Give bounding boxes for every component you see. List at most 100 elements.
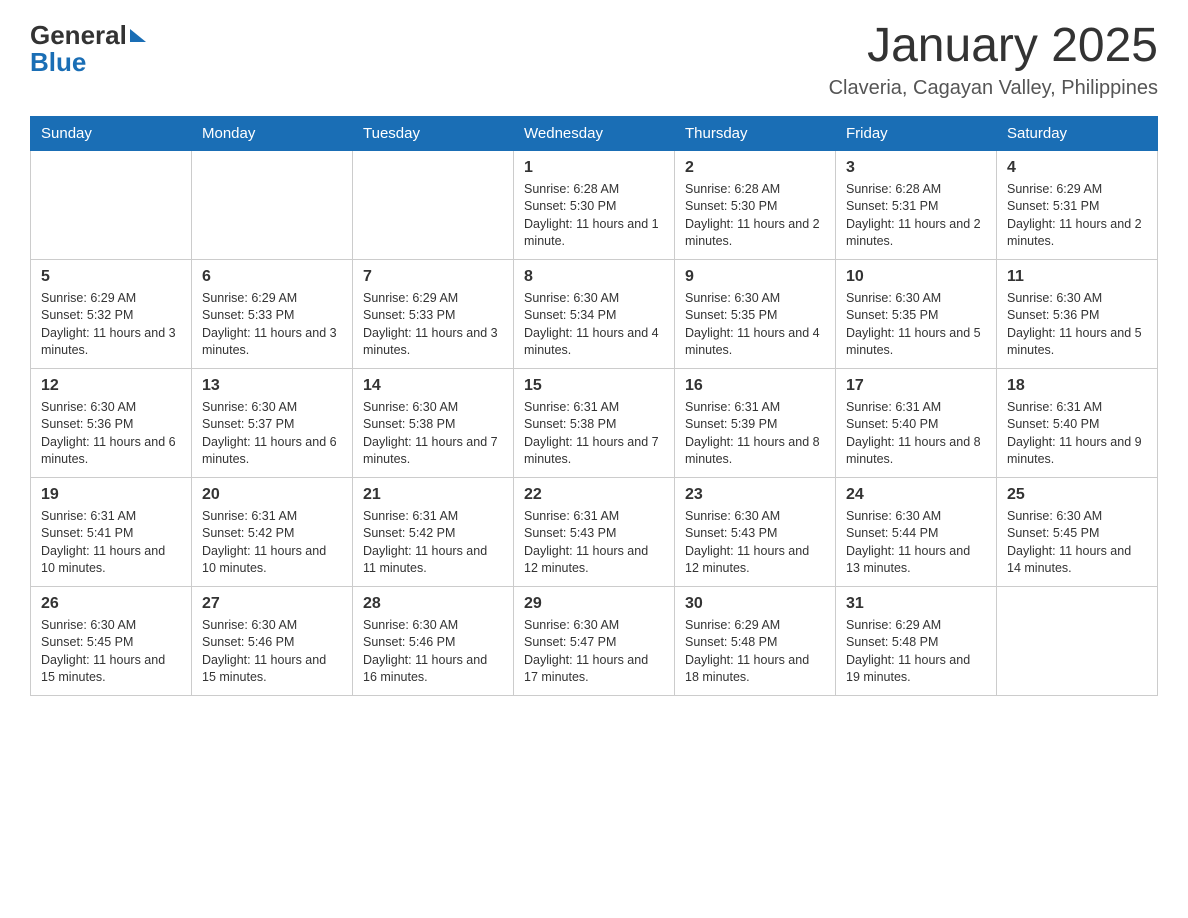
- day-info: Sunrise: 6:30 AMSunset: 5:36 PMDaylight:…: [1007, 290, 1147, 360]
- calendar-day-30: 30 Sunrise: 6:29 AMSunset: 5:48 PMDayligh…: [675, 586, 836, 695]
- calendar-week-row: 5Sunrise: 6:29 AMSunset: 5:32 PMDaylight…: [31, 259, 1158, 368]
- day-info: Sunrise: 6:29 AMSunset: 5:33 PMDaylight:…: [202, 290, 342, 360]
- calendar-week-row: 12 Sunrise: 6:30 AMSunset: 5:36 PMDayligh…: [31, 368, 1158, 477]
- calendar-day-5: 5Sunrise: 6:29 AMSunset: 5:32 PMDaylight…: [31, 259, 192, 368]
- calendar-day-22: 22 Sunrise: 6:31 AMSunset: 5:43 PMDayligh…: [514, 477, 675, 586]
- logo: General Blue: [30, 20, 146, 78]
- calendar-day-10: 10 Sunrise: 6:30 AMSunset: 5:35 PMDayligh…: [836, 259, 997, 368]
- day-number: 11: [1007, 268, 1147, 286]
- day-number: 27: [202, 595, 342, 613]
- calendar-day-15: 15Sunrise: 6:31 AMSunset: 5:38 PMDayligh…: [514, 368, 675, 477]
- logo-text-blue: Blue: [30, 47, 86, 78]
- day-info: Sunrise: 6:30 AMSunset: 5:43 PMDaylight:…: [685, 508, 825, 578]
- month-title: January 2025: [829, 20, 1158, 73]
- day-number: 10: [846, 268, 986, 286]
- calendar-day-empty: [997, 586, 1158, 695]
- day-info: Sunrise: 6:28 AMSunset: 5:30 PMDaylight:…: [685, 181, 825, 251]
- calendar-day-24: 24Sunrise: 6:30 AMSunset: 5:44 PMDayligh…: [836, 477, 997, 586]
- calendar-table: SundayMondayTuesdayWednesdayThursdayFrid…: [30, 116, 1158, 696]
- calendar-day-empty: [353, 150, 514, 259]
- calendar-day-11: 11 Sunrise: 6:30 AMSunset: 5:36 PMDayligh…: [997, 259, 1158, 368]
- calendar-day-23: 23 Sunrise: 6:30 AMSunset: 5:43 PMDayligh…: [675, 477, 836, 586]
- day-info: Sunrise: 6:29 AMSunset: 5:48 PMDaylight:…: [685, 617, 825, 687]
- day-number: 29: [524, 595, 664, 613]
- day-number: 1: [524, 159, 664, 177]
- day-number: 6: [202, 268, 342, 286]
- day-number: 8: [524, 268, 664, 286]
- calendar-day-31: 31 Sunrise: 6:29 AMSunset: 5:48 PMDayligh…: [836, 586, 997, 695]
- day-info: Sunrise: 6:30 AMSunset: 5:46 PMDaylight:…: [363, 617, 503, 687]
- day-number: 23: [685, 486, 825, 504]
- day-info: Sunrise: 6:31 AMSunset: 5:42 PMDaylight:…: [202, 508, 342, 578]
- calendar-day-6: 6 Sunrise: 6:29 AMSunset: 5:33 PMDaylight…: [192, 259, 353, 368]
- calendar-day-13: 13Sunrise: 6:30 AMSunset: 5:37 PMDayligh…: [192, 368, 353, 477]
- day-number: 19: [41, 486, 181, 504]
- day-info: Sunrise: 6:29 AMSunset: 5:48 PMDaylight:…: [846, 617, 986, 687]
- calendar-header-wednesday: Wednesday: [514, 116, 675, 150]
- calendar-day-1: 1 Sunrise: 6:28 AMSunset: 5:30 PMDaylight…: [514, 150, 675, 259]
- calendar-day-20: 20 Sunrise: 6:31 AMSunset: 5:42 PMDayligh…: [192, 477, 353, 586]
- day-info: Sunrise: 6:31 AMSunset: 5:42 PMDaylight:…: [363, 508, 503, 578]
- day-number: 14: [363, 377, 503, 395]
- calendar-day-27: 27 Sunrise: 6:30 AMSunset: 5:46 PMDayligh…: [192, 586, 353, 695]
- day-info: Sunrise: 6:29 AMSunset: 5:33 PMDaylight:…: [363, 290, 503, 360]
- day-info: Sunrise: 6:29 AMSunset: 5:32 PMDaylight:…: [41, 290, 181, 360]
- day-number: 16: [685, 377, 825, 395]
- day-info: Sunrise: 6:31 AMSunset: 5:43 PMDaylight:…: [524, 508, 664, 578]
- day-number: 22: [524, 486, 664, 504]
- calendar-week-row: 1 Sunrise: 6:28 AMSunset: 5:30 PMDaylight…: [31, 150, 1158, 259]
- day-info: Sunrise: 6:30 AMSunset: 5:34 PMDaylight:…: [524, 290, 664, 360]
- calendar-day-4: 4 Sunrise: 6:29 AMSunset: 5:31 PMDaylight…: [997, 150, 1158, 259]
- day-info: Sunrise: 6:30 AMSunset: 5:44 PMDaylight:…: [846, 508, 986, 578]
- calendar-day-7: 7Sunrise: 6:29 AMSunset: 5:33 PMDaylight…: [353, 259, 514, 368]
- calendar-day-29: 29 Sunrise: 6:30 AMSunset: 5:47 PMDayligh…: [514, 586, 675, 695]
- day-info: Sunrise: 6:30 AMSunset: 5:36 PMDaylight:…: [41, 399, 181, 469]
- calendar-header-row: SundayMondayTuesdayWednesdayThursdayFrid…: [31, 116, 1158, 150]
- calendar-day-9: 9 Sunrise: 6:30 AMSunset: 5:35 PMDaylight…: [675, 259, 836, 368]
- title-area: January 2025 Claveria, Cagayan Valley, P…: [829, 20, 1158, 100]
- day-info: Sunrise: 6:30 AMSunset: 5:38 PMDaylight:…: [363, 399, 503, 469]
- day-number: 4: [1007, 159, 1147, 177]
- calendar-week-row: 26Sunrise: 6:30 AMSunset: 5:45 PMDayligh…: [31, 586, 1158, 695]
- day-info: Sunrise: 6:30 AMSunset: 5:47 PMDaylight:…: [524, 617, 664, 687]
- day-info: Sunrise: 6:31 AMSunset: 5:39 PMDaylight:…: [685, 399, 825, 469]
- day-number: 3: [846, 159, 986, 177]
- day-info: Sunrise: 6:30 AMSunset: 5:35 PMDaylight:…: [846, 290, 986, 360]
- calendar-week-row: 19 Sunrise: 6:31 AMSunset: 5:41 PMDayligh…: [31, 477, 1158, 586]
- day-number: 30: [685, 595, 825, 613]
- day-info: Sunrise: 6:31 AMSunset: 5:41 PMDaylight:…: [41, 508, 181, 578]
- day-number: 9: [685, 268, 825, 286]
- day-info: Sunrise: 6:30 AMSunset: 5:35 PMDaylight:…: [685, 290, 825, 360]
- day-number: 12: [41, 377, 181, 395]
- day-number: 20: [202, 486, 342, 504]
- calendar-day-26: 26Sunrise: 6:30 AMSunset: 5:45 PMDayligh…: [31, 586, 192, 695]
- calendar-day-empty: [192, 150, 353, 259]
- day-info: Sunrise: 6:31 AMSunset: 5:38 PMDaylight:…: [524, 399, 664, 469]
- calendar-day-25: 25Sunrise: 6:30 AMSunset: 5:45 PMDayligh…: [997, 477, 1158, 586]
- day-info: Sunrise: 6:31 AMSunset: 5:40 PMDaylight:…: [846, 399, 986, 469]
- day-info: Sunrise: 6:30 AMSunset: 5:45 PMDaylight:…: [1007, 508, 1147, 578]
- day-info: Sunrise: 6:30 AMSunset: 5:46 PMDaylight:…: [202, 617, 342, 687]
- day-number: 28: [363, 595, 503, 613]
- day-number: 26: [41, 595, 181, 613]
- calendar-day-19: 19 Sunrise: 6:31 AMSunset: 5:41 PMDayligh…: [31, 477, 192, 586]
- calendar-day-17: 17 Sunrise: 6:31 AMSunset: 5:40 PMDayligh…: [836, 368, 997, 477]
- calendar-header-tuesday: Tuesday: [353, 116, 514, 150]
- day-number: 21: [363, 486, 503, 504]
- calendar-header-sunday: Sunday: [31, 116, 192, 150]
- calendar-day-empty: [31, 150, 192, 259]
- calendar-header-friday: Friday: [836, 116, 997, 150]
- day-number: 17: [846, 377, 986, 395]
- calendar-day-3: 3 Sunrise: 6:28 AMSunset: 5:31 PMDaylight…: [836, 150, 997, 259]
- day-info: Sunrise: 6:29 AMSunset: 5:31 PMDaylight:…: [1007, 181, 1147, 251]
- calendar-day-28: 28 Sunrise: 6:30 AMSunset: 5:46 PMDayligh…: [353, 586, 514, 695]
- calendar-day-21: 21 Sunrise: 6:31 AMSunset: 5:42 PMDayligh…: [353, 477, 514, 586]
- calendar-day-14: 14 Sunrise: 6:30 AMSunset: 5:38 PMDayligh…: [353, 368, 514, 477]
- day-number: 31: [846, 595, 986, 613]
- day-info: Sunrise: 6:28 AMSunset: 5:30 PMDaylight:…: [524, 181, 664, 251]
- day-info: Sunrise: 6:28 AMSunset: 5:31 PMDaylight:…: [846, 181, 986, 251]
- calendar-header-thursday: Thursday: [675, 116, 836, 150]
- location-title: Claveria, Cagayan Valley, Philippines: [829, 77, 1158, 100]
- calendar-day-16: 16 Sunrise: 6:31 AMSunset: 5:39 PMDayligh…: [675, 368, 836, 477]
- calendar-day-12: 12 Sunrise: 6:30 AMSunset: 5:36 PMDayligh…: [31, 368, 192, 477]
